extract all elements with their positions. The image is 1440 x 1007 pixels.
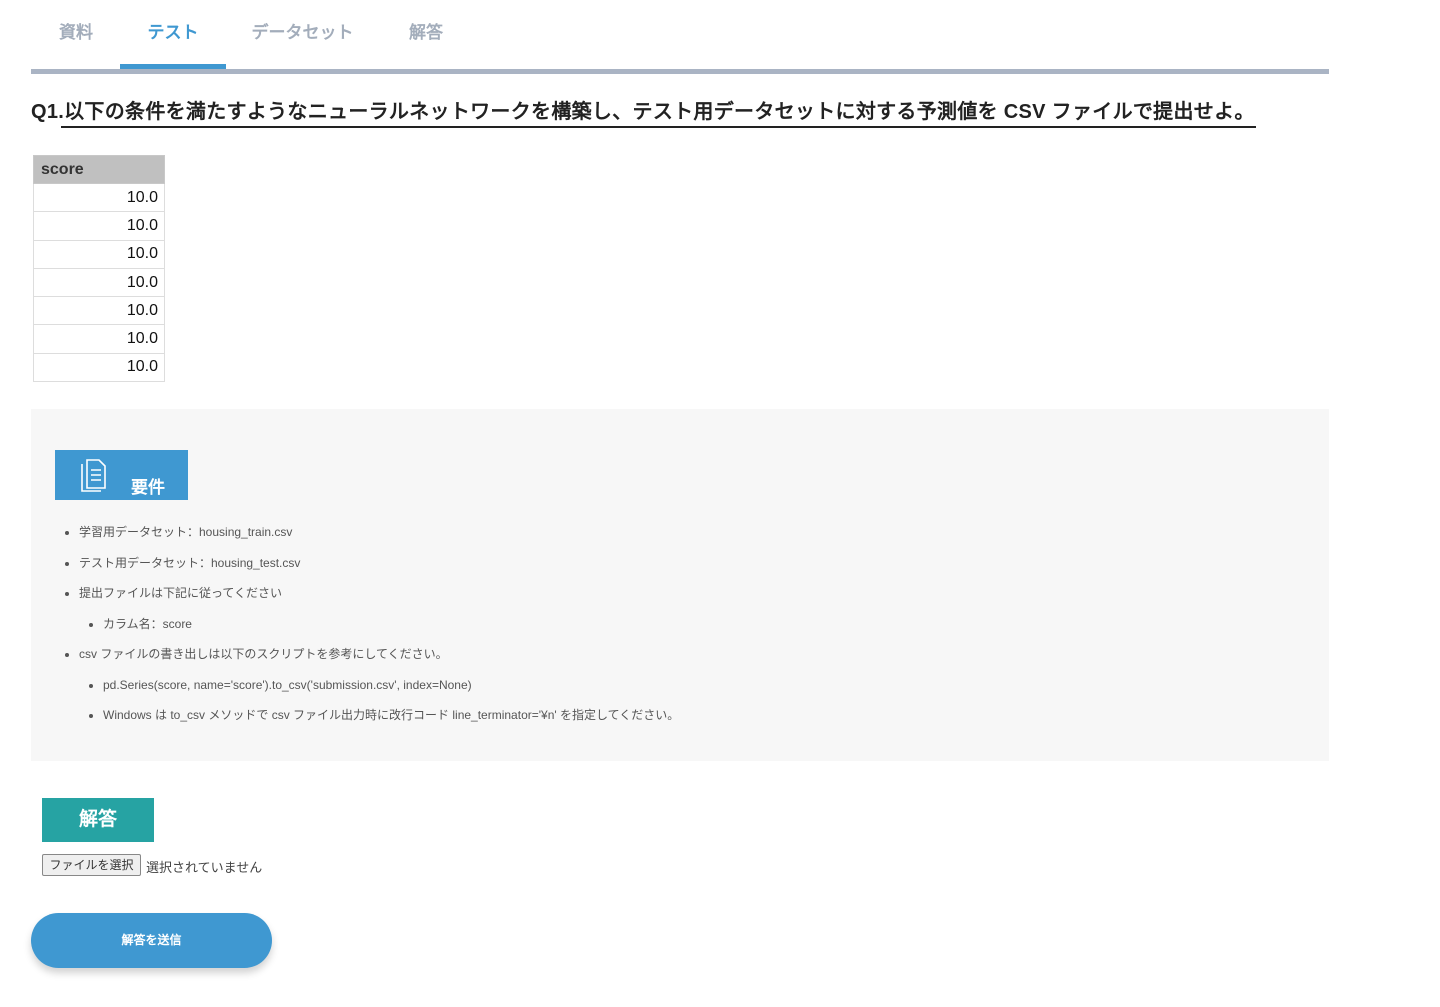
- requirements-heading: 要件: [55, 450, 188, 500]
- score-cell: 10.0: [33, 182, 165, 213]
- list-item: テスト用データセット：housing_test.csv: [79, 554, 679, 585]
- score-cell: 10.0: [33, 352, 165, 383]
- table-row: 10.0: [33, 211, 165, 241]
- list-item: 提出ファイルは下記に従ってください: [79, 584, 679, 615]
- list-item: 学習用データセット：housing_train.csv: [79, 523, 679, 554]
- requirements-label: 要件: [131, 478, 165, 497]
- tab-materials[interactable]: 資料: [51, 18, 101, 69]
- list-item: カラム名：score: [103, 615, 679, 646]
- answer-heading: 解答: [42, 798, 154, 842]
- list-item: pd.Series(score, name='score').to_csv('s…: [103, 676, 679, 707]
- table-row: 10.0: [33, 296, 165, 326]
- table-row: 10.0: [33, 324, 165, 354]
- list-item: csv ファイルの書き出しは以下のスクリプトを参考にしてください。: [79, 645, 679, 676]
- table-row: 10.0: [33, 182, 165, 213]
- submit-answer-button[interactable]: 解答を送信: [31, 913, 272, 968]
- score-table: score 10.0 10.0 10.0 10.0 10.0 10.0 10.0: [33, 155, 165, 383]
- list-item: Windows は to_csv メソッドで csv ファイル出力時に改行コード…: [103, 706, 679, 737]
- score-cell: 10.0: [33, 211, 165, 241]
- score-cell: 10.0: [33, 267, 165, 298]
- tab-answer[interactable]: 解答: [401, 18, 451, 69]
- choose-file-button[interactable]: ファイルを選択: [42, 854, 141, 876]
- column-header: score: [33, 155, 165, 184]
- file-status: 選択されていません: [146, 860, 263, 875]
- table-row: 10.0: [33, 239, 165, 269]
- requirements-list: 学習用データセット：housing_train.csv テスト用データセット：h…: [79, 523, 679, 737]
- table-row: 10.0: [33, 352, 165, 383]
- score-cell: 10.0: [33, 324, 165, 354]
- question-title: Q1.以下の条件を満たすようなニューラルネットワークを構築し、テスト用データセッ…: [31, 101, 1255, 123]
- requirements-panel: 要件 学習用データセット：housing_train.csv テスト用データセッ…: [31, 409, 1329, 761]
- score-cell: 10.0: [33, 239, 165, 269]
- tab-bar: 資料 テスト データセット 解答: [31, 0, 1329, 74]
- score-cell: 10.0: [33, 296, 165, 326]
- document-icon: [81, 459, 106, 492]
- table-row: 10.0: [33, 267, 165, 298]
- tab-test[interactable]: テスト: [120, 18, 226, 69]
- tab-dataset[interactable]: データセット: [245, 18, 360, 69]
- title-underline: [61, 126, 1256, 128]
